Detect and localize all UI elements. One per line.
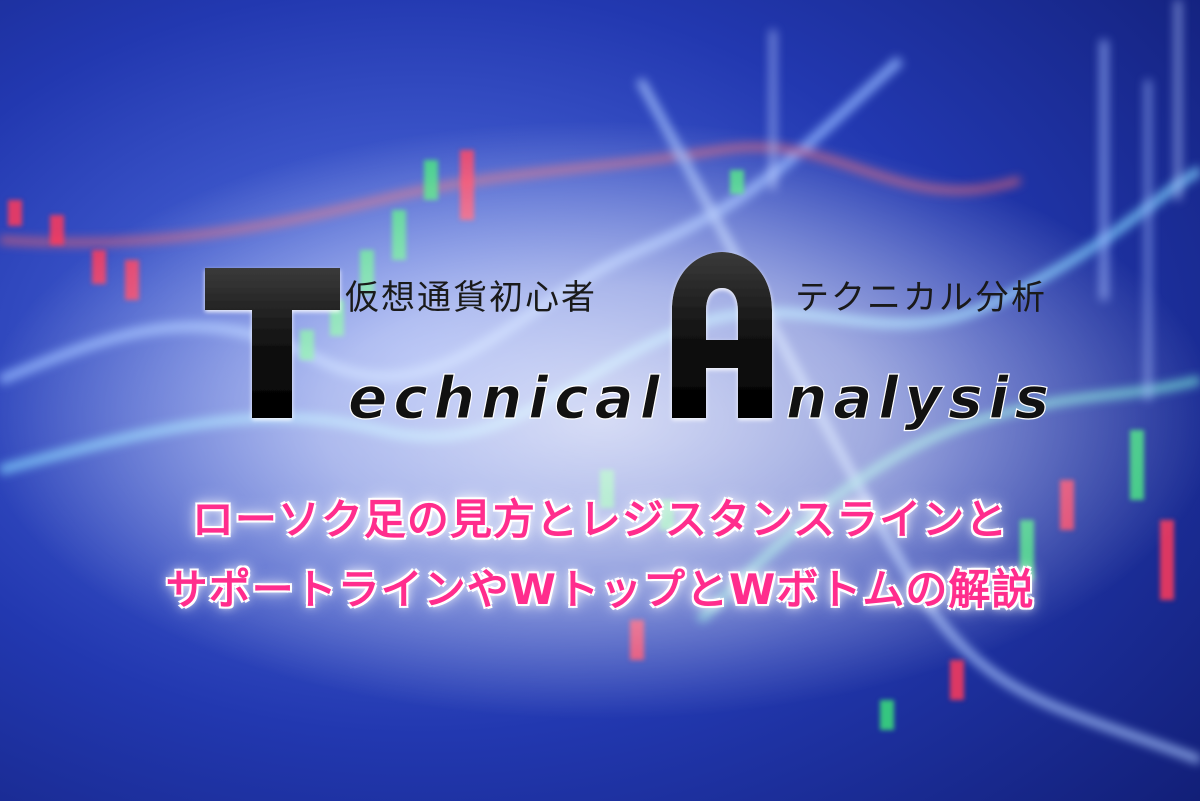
headline-line-1: ローソク足の見方とレジスタンスラインと: [191, 495, 1009, 544]
logo-big-a-text: A: [722, 402, 729, 413]
subtitle-left: 仮想通貨初心者: [345, 278, 597, 318]
logo-word-technical: echnical: [348, 364, 666, 432]
technical-analysis-logo: T echnical A nalysis: [205, 252, 1055, 433]
headline-line-2: サポートラインやWトップとWボトムの解説: [165, 565, 1035, 614]
subtitle-right: テクニカル分析: [795, 278, 1047, 318]
logo-letter-t: [205, 268, 340, 418]
logo-word-analysis: nalysis: [786, 364, 1055, 432]
logo-letter-a: [672, 252, 772, 418]
